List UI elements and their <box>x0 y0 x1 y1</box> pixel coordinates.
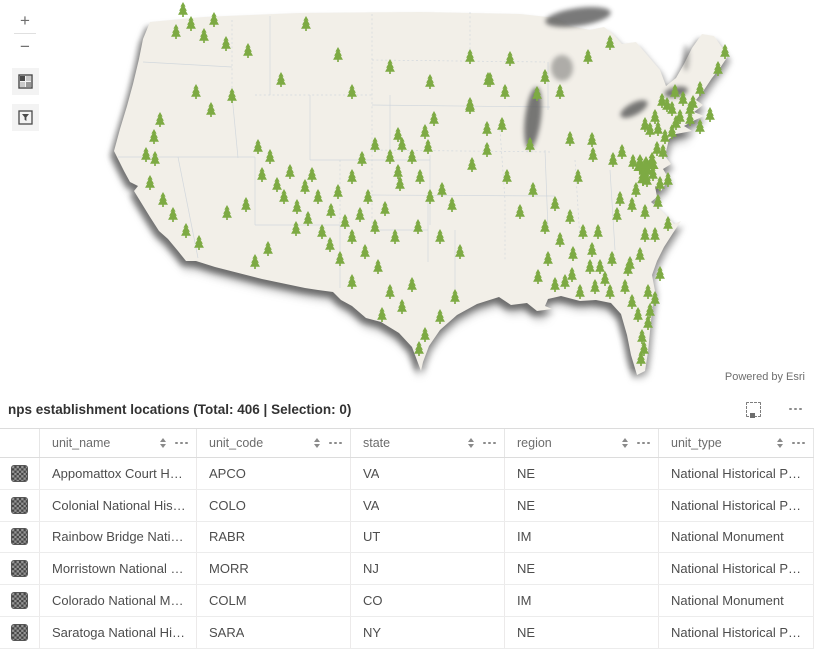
zoom-out-button[interactable]: − <box>9 34 41 59</box>
ellipsis-icon <box>789 408 802 411</box>
cell-unit_name: Saratoga National Historic... <box>40 617 197 648</box>
selection-marquee-icon <box>746 402 761 417</box>
table-row[interactable]: Appomattox Court House ...APCOVANENation… <box>0 458 814 490</box>
row-select-cell[interactable] <box>0 522 40 553</box>
column-menu-icon[interactable] <box>792 442 805 445</box>
tree-marker[interactable] <box>695 119 705 134</box>
cell-unit_name: Colorado National Monu... <box>40 585 197 616</box>
cell-state: CO <box>351 585 505 616</box>
cell-unit_type: National Historical Park <box>659 490 814 521</box>
column-header-unit_type[interactable]: unit_type <box>659 429 814 457</box>
attribute-table: nps establishment locations (Total: 406 … <box>0 390 814 649</box>
cell-unit_code: APCO <box>197 458 351 489</box>
row-select-cell[interactable] <box>0 617 40 648</box>
cell-state: NJ <box>351 553 505 584</box>
sort-icon[interactable] <box>622 438 628 448</box>
sort-icon[interactable] <box>314 438 320 448</box>
column-menu-icon[interactable] <box>175 442 188 445</box>
sort-icon[interactable] <box>777 438 783 448</box>
tree-marker[interactable] <box>705 107 715 122</box>
column-label: unit_code <box>209 436 263 450</box>
table-row[interactable]: Rainbow Bridge National ...RABRUTIMNatio… <box>0 522 814 554</box>
column-menu-icon[interactable] <box>329 442 342 445</box>
row-thumbnail-icon <box>11 560 28 577</box>
column-header-unit_code[interactable]: unit_code <box>197 429 351 457</box>
filter-icon <box>18 110 33 125</box>
column-header-unit_name[interactable]: unit_name <box>40 429 197 457</box>
row-thumbnail-icon <box>11 528 28 545</box>
row-select-cell[interactable] <box>0 490 40 521</box>
table-title: nps establishment locations (Total: 406 … <box>8 402 351 417</box>
filter-button[interactable] <box>12 104 39 131</box>
cell-state: VA <box>351 458 505 489</box>
cell-unit_name: Morristown National Histo... <box>40 553 197 584</box>
tree-marker[interactable] <box>655 266 665 281</box>
table-options-button[interactable] <box>787 406 804 413</box>
column-header-state[interactable]: state <box>351 429 505 457</box>
table-titlebar: nps establishment locations (Total: 406 … <box>0 390 814 428</box>
cell-region: NE <box>505 490 659 521</box>
column-header-select[interactable] <box>0 429 40 457</box>
us-map[interactable] <box>0 0 814 390</box>
table-row[interactable]: Colorado National Monu...COLMCOIMNationa… <box>0 585 814 617</box>
cell-unit_type: National Historical Park <box>659 458 814 489</box>
column-menu-icon[interactable] <box>637 442 650 445</box>
table-header-row: unit_name unit_code state region unit_type <box>0 428 814 458</box>
cell-state: UT <box>351 522 505 553</box>
row-thumbnail-icon <box>11 624 28 641</box>
row-select-cell[interactable] <box>0 458 40 489</box>
app-window: + − <box>0 0 814 649</box>
cell-region: NE <box>505 458 659 489</box>
map-toolbar: + − <box>9 8 41 131</box>
row-thumbnail-icon <box>11 465 28 482</box>
cell-state: VA <box>351 490 505 521</box>
row-select-cell[interactable] <box>0 553 40 584</box>
basemap-icon <box>18 74 33 89</box>
cell-region: NE <box>505 553 659 584</box>
zoom-in-button[interactable]: + <box>9 8 41 33</box>
cell-unit_type: National Historical Park <box>659 617 814 648</box>
tree-marker[interactable] <box>178 2 188 17</box>
cell-unit_code: MORR <box>197 553 351 584</box>
column-label: unit_type <box>671 436 722 450</box>
column-label: region <box>517 436 552 450</box>
column-label: unit_name <box>52 436 110 450</box>
cell-unit_name: Rainbow Bridge National ... <box>40 522 197 553</box>
cell-unit_type: National Monument <box>659 585 814 616</box>
cell-state: NY <box>351 617 505 648</box>
cell-unit_code: COLM <box>197 585 351 616</box>
cell-unit_code: SARA <box>197 617 351 648</box>
column-header-region[interactable]: region <box>505 429 659 457</box>
cell-unit_name: Appomattox Court House ... <box>40 458 197 489</box>
show-selection-button[interactable] <box>744 400 763 419</box>
cell-region: NE <box>505 617 659 648</box>
table-row[interactable]: Morristown National Histo...MORRNJNENati… <box>0 553 814 585</box>
table-body: Appomattox Court House ...APCOVANENation… <box>0 458 814 649</box>
cell-unit_type: National Monument <box>659 522 814 553</box>
row-thumbnail-icon <box>11 592 28 609</box>
cell-unit_code: COLO <box>197 490 351 521</box>
sort-icon[interactable] <box>468 438 474 448</box>
esri-attribution: Powered by Esri <box>722 370 808 384</box>
cell-region: IM <box>505 522 659 553</box>
basemap-button[interactable] <box>12 68 39 95</box>
cell-unit_name: Colonial National Historic... <box>40 490 197 521</box>
row-thumbnail-icon <box>11 497 28 514</box>
column-label: state <box>363 436 390 450</box>
table-row[interactable]: Colonial National Historic...COLOVANENat… <box>0 490 814 522</box>
map-view[interactable]: + − <box>0 0 814 390</box>
sort-icon[interactable] <box>160 438 166 448</box>
column-menu-icon[interactable] <box>483 442 496 445</box>
cell-unit_type: National Historical Park <box>659 553 814 584</box>
cell-region: IM <box>505 585 659 616</box>
cell-unit_code: RABR <box>197 522 351 553</box>
row-select-cell[interactable] <box>0 585 40 616</box>
table-row[interactable]: Saratoga National Historic...SARANYNENat… <box>0 617 814 649</box>
